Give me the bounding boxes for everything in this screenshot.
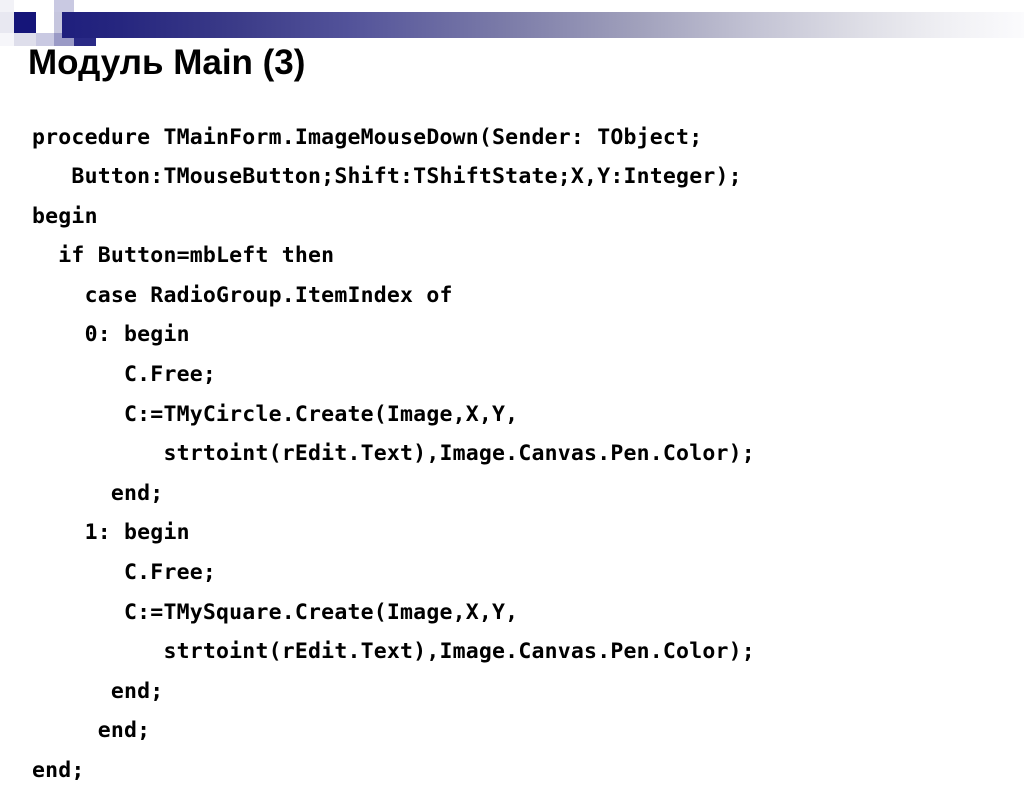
code-line: begin [32, 203, 98, 229]
header-gradient-bar [62, 12, 1024, 38]
code-line: 0: begin [32, 322, 190, 348]
code-line: C:=TMyCircle.Create(Image,X,Y, [32, 401, 519, 427]
decorative-square [14, 12, 36, 33]
decorative-square [74, 0, 96, 12]
code-line: strtoint(rEdit.Text),Image.Canvas.Pen.Co… [32, 441, 755, 467]
code-line: end; [32, 678, 164, 704]
decorative-square [14, 0, 36, 12]
header-decoration [0, 0, 1024, 46]
decorative-square [36, 0, 54, 12]
decorative-square [0, 12, 14, 33]
code-line: C:=TMySquare.Create(Image,X,Y, [32, 599, 519, 625]
decorative-square [0, 0, 14, 12]
decorative-square [0, 33, 14, 46]
decorative-square [54, 0, 74, 12]
decorative-square [36, 12, 54, 33]
code-line: Button:TMouseButton;Shift:TShiftState;X,… [32, 164, 742, 190]
code-line: C.Free; [32, 362, 217, 388]
code-line: end; [32, 718, 151, 744]
code-line: C.Free; [32, 560, 217, 586]
code-line: end; [32, 758, 85, 783]
page-title: Модуль Main (3) [28, 43, 306, 82]
code-line: if Button=mbLeft then [32, 243, 335, 269]
code-line: end; [32, 480, 164, 506]
code-line: procedure TMainForm.ImageMouseDown(Sende… [32, 124, 703, 150]
code-line: strtoint(rEdit.Text),Image.Canvas.Pen.Co… [32, 639, 755, 665]
code-line: 1: begin [32, 520, 190, 546]
code-line: case RadioGroup.ItemIndex of [32, 282, 453, 308]
code-block: procedure TMainForm.ImageMouseDown(Sende… [32, 118, 1022, 791]
